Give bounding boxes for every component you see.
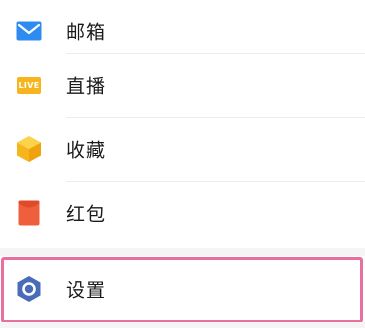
menu-item-label: 设置: [66, 279, 107, 302]
side-menu: 邮箱 LIVE 直播 收藏 红包 设置: [0, 0, 365, 328]
menu-item-red-envelope[interactable]: 红包: [0, 182, 365, 244]
menu-item-favorites[interactable]: 收藏: [0, 118, 365, 180]
menu-group: 邮箱 LIVE 直播 收藏 红包: [0, 0, 365, 248]
settings-item-content: 设置: [0, 258, 365, 320]
live-icon: LIVE: [16, 72, 42, 98]
mail-icon: [16, 18, 42, 44]
favorites-cube-icon: [16, 136, 42, 162]
settings-hexagon-icon: [16, 276, 42, 302]
section-gap: [0, 248, 365, 256]
bottom-gap: [0, 322, 365, 328]
menu-item-label: 收藏: [66, 139, 107, 162]
menu-item-live[interactable]: LIVE 直播: [0, 54, 365, 116]
live-badge: LIVE: [17, 76, 41, 94]
menu-item-label: 邮箱: [66, 21, 107, 44]
menu-item-settings[interactable]: 设置: [0, 256, 365, 322]
red-envelope-icon: [16, 200, 42, 226]
menu-item-label: 红包: [66, 203, 107, 226]
menu-item-label: 直播: [66, 75, 107, 98]
